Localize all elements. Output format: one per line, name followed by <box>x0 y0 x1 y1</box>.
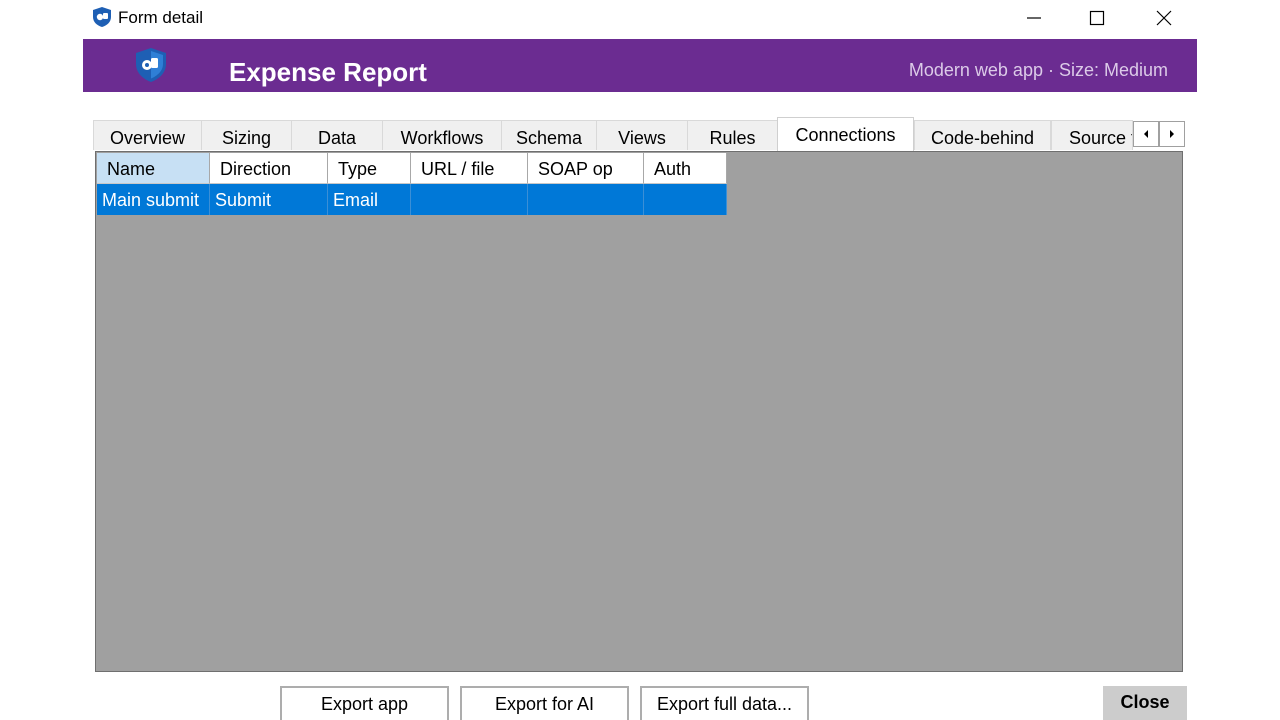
column-header-direction[interactable]: Direction <box>210 153 328 184</box>
cell-url[interactable] <box>411 184 528 215</box>
column-header-type[interactable]: Type <box>328 153 411 184</box>
table-row[interactable]: Main submit Submit Email <box>97 184 727 215</box>
tab-views[interactable]: Views <box>596 120 688 150</box>
close-icon <box>1156 10 1172 26</box>
minimize-icon <box>1027 17 1041 19</box>
column-header-name[interactable]: Name <box>97 153 210 184</box>
cell-direction[interactable]: Submit <box>210 184 328 215</box>
cell-name[interactable]: Main submit <box>97 184 210 215</box>
cell-soap-op[interactable] <box>528 184 644 215</box>
shield-app-icon <box>93 7 111 27</box>
app-logo-icon <box>136 48 166 82</box>
minimize-button[interactable] <box>1001 0 1067 36</box>
window-titlebar: Form detail <box>83 0 1197 38</box>
tab-source[interactable]: Source f <box>1051 120 1133 150</box>
caret-right-icon <box>1170 130 1174 138</box>
cell-type[interactable]: Email <box>328 184 411 215</box>
grid-header-row: Name Direction Type URL / file SOAP op A… <box>97 153 727 184</box>
tab-sizing[interactable]: Sizing <box>201 120 292 150</box>
form-meta: Modern web app · Size: Medium <box>908 60 1168 80</box>
tab-workflows[interactable]: Workflows <box>382 120 502 150</box>
column-header-auth[interactable]: Auth <box>644 153 727 184</box>
tab-scroll-left-button[interactable] <box>1133 121 1159 147</box>
connections-panel: Name Direction Type URL / file SOAP op A… <box>95 151 1183 672</box>
header-banner: Expense Report Modern web app · Size: Me… <box>83 39 1197 92</box>
maximize-icon <box>1089 10 1105 26</box>
form-title: Expense Report <box>229 57 427 87</box>
cell-auth[interactable] <box>644 184 727 215</box>
column-header-url[interactable]: URL / file <box>411 153 528 184</box>
tab-code-behind[interactable]: Code-behind <box>914 120 1051 150</box>
close-button[interactable]: Close <box>1103 686 1187 720</box>
export-for-ai-button[interactable]: Export for AI <box>460 686 629 720</box>
caret-left-icon <box>1144 130 1148 138</box>
export-full-data-button[interactable]: Export full data... <box>640 686 809 720</box>
window-title: Form detail <box>118 8 204 27</box>
tab-connections[interactable]: Connections <box>777 117 914 151</box>
tab-data[interactable]: Data <box>291 120 383 150</box>
tab-schema[interactable]: Schema <box>501 120 597 150</box>
connections-grid[interactable]: Name Direction Type URL / file SOAP op A… <box>97 153 727 215</box>
export-app-button[interactable]: Export app <box>280 686 449 720</box>
close-window-button[interactable] <box>1131 0 1197 36</box>
tab-overview[interactable]: Overview <box>93 120 202 150</box>
maximize-button[interactable] <box>1064 0 1130 36</box>
tab-rules[interactable]: Rules <box>687 120 778 150</box>
column-header-soap-op[interactable]: SOAP op <box>528 153 644 184</box>
tab-strip: Overview Sizing Data Workflows Schema Vi… <box>93 117 1186 151</box>
tab-scroll-right-button[interactable] <box>1159 121 1185 147</box>
